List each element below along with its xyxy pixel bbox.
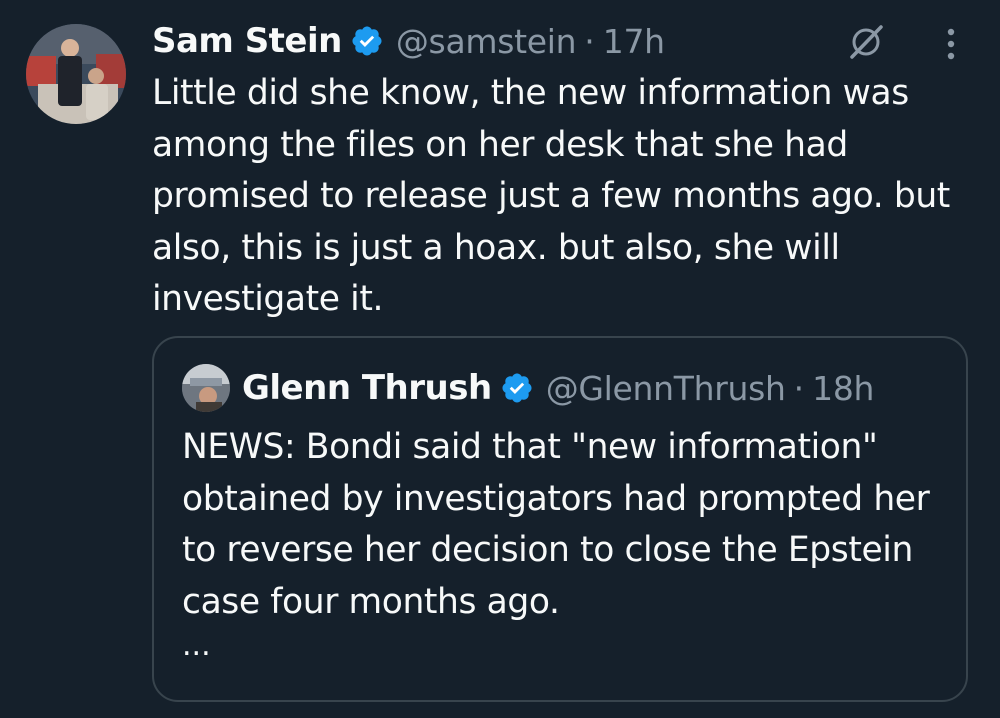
quoted-tweet-timestamp: 18h: [812, 368, 875, 408]
tweet-timestamp[interactable]: 17h: [603, 22, 665, 61]
verified-badge-icon: [500, 371, 534, 405]
quoted-tweet-text: NEWS: Bondi said that "new information" …: [182, 427, 930, 622]
more-options-icon[interactable]: [936, 24, 966, 64]
quoted-author-handle: @GlennThrush: [545, 368, 786, 408]
quoted-tweet[interactable]: Glenn Thrush @GlennThrush · 18h NEWS: Bo…: [152, 336, 968, 702]
author-handle[interactable]: @samstein: [396, 22, 577, 61]
tweet-text: Little did she know, the new information…: [152, 73, 950, 319]
separator-dot: ·: [793, 368, 805, 408]
quoted-author-name: Glenn Thrush: [242, 368, 492, 408]
quoted-author-avatar: [182, 364, 230, 412]
verified-badge-icon[interactable]: [350, 24, 384, 58]
author-name[interactable]: Sam Stein: [152, 21, 342, 61]
separator-dot: ·: [584, 21, 595, 61]
quoted-tweet-truncation: ...: [182, 628, 211, 663]
tweet[interactable]: Sam Stein @samstein · 17h Little did she…: [0, 0, 1000, 718]
tweet-header: Sam Stein @samstein · 17h: [152, 18, 665, 64]
grok-icon[interactable]: [846, 22, 886, 62]
author-avatar[interactable]: [26, 24, 126, 124]
quoted-tweet-header: Glenn Thrush @GlennThrush · 18h: [182, 364, 874, 412]
